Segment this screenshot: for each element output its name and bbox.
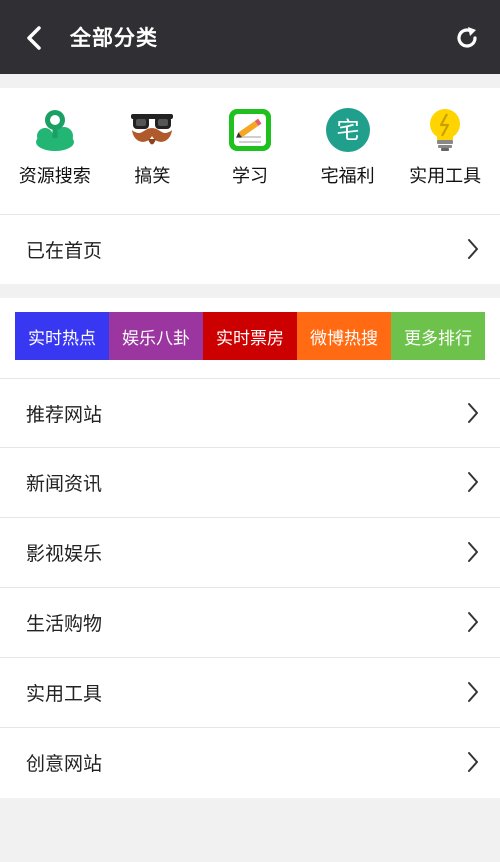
category-label: 搞笑 — [134, 166, 171, 187]
tab-realtime-hot[interactable]: 实时热点 — [15, 312, 109, 360]
category-label: 学习 — [231, 166, 268, 187]
refresh-icon — [457, 27, 477, 48]
back-button[interactable] — [18, 20, 50, 56]
list-item-label: 生活购物 — [26, 612, 103, 635]
list-item-label: 实用工具 — [26, 682, 103, 705]
list-item-news[interactable]: 新闻资讯 — [0, 448, 500, 516]
category-tools[interactable]: 实用工具 — [402, 106, 488, 188]
chevron-right-icon — [468, 752, 478, 772]
title-bar: 全部分类 — [0, 0, 500, 74]
chevron-right-icon — [468, 612, 478, 632]
category-zhai-fuli[interactable]: 宅 宅福利 — [305, 106, 391, 188]
list-item-label: 影视娱乐 — [26, 542, 103, 565]
chevron-right-icon — [468, 682, 478, 702]
tab-realtime-boxoffice[interactable]: 实时票房 — [203, 312, 297, 360]
hot-tab-bar: 实时热点 娱乐八卦 实时票房 微博热搜 更多排行 — [15, 312, 485, 360]
category-study[interactable]: 学习 — [207, 106, 293, 188]
chevron-left-icon — [27, 26, 41, 50]
list-item-label: 创意网站 — [26, 752, 103, 775]
category-label: 宅福利 — [320, 166, 375, 187]
refresh-button[interactable] — [452, 22, 482, 54]
tab-entertainment-gossip[interactable]: 娱乐八卦 — [109, 312, 203, 360]
category-resource-search[interactable]: 资源搜索 — [12, 106, 98, 188]
chevron-right-icon — [468, 472, 478, 492]
category-label: 实用工具 — [409, 166, 482, 187]
list-item-film-entertainment[interactable]: 影视娱乐 — [0, 518, 500, 586]
page-title: 全部分类 — [70, 26, 158, 50]
list-item-practical-tools[interactable]: 实用工具 — [0, 658, 500, 726]
list-item-life-shopping[interactable]: 生活购物 — [0, 588, 500, 656]
category-card: 资源搜索 搞笑 学习 宅 宅福利 实用工具 已在首页 — [0, 88, 500, 284]
category-label: 资源搜索 — [18, 166, 91, 187]
list-item-label: 推荐网站 — [26, 403, 103, 426]
lightbulb-icon — [421, 106, 469, 154]
zhai-badge-icon: 宅 — [324, 106, 372, 154]
category-row: 资源搜索 搞笑 学习 宅 宅福利 实用工具 — [0, 106, 500, 188]
list-item-label: 新闻资讯 — [26, 472, 103, 495]
list-item-creative-sites[interactable]: 创意网站 — [0, 728, 500, 796]
category-funny[interactable]: 搞笑 — [109, 106, 195, 188]
hot-card: 实时热点 娱乐八卦 实时票房 微博热搜 更多排行 推荐网站 新闻资讯 影视娱乐 … — [0, 298, 500, 798]
list-item-recommended-sites[interactable]: 推荐网站 — [0, 379, 500, 447]
chevron-right-icon — [468, 542, 478, 562]
tab-more-rankings[interactable]: 更多排行 — [391, 312, 485, 360]
mustache-glasses-icon — [128, 106, 176, 154]
chevron-right-icon — [468, 239, 478, 259]
zhai-glyph: 宅 — [336, 118, 359, 144]
home-row-label: 已在首页 — [26, 239, 103, 262]
home-row[interactable]: 已在首页 — [0, 215, 500, 283]
chevron-right-icon — [468, 403, 478, 423]
cloud-pin-icon — [31, 106, 79, 154]
tab-weibo-hot-search[interactable]: 微博热搜 — [297, 312, 391, 360]
pencil-note-icon — [226, 106, 274, 154]
